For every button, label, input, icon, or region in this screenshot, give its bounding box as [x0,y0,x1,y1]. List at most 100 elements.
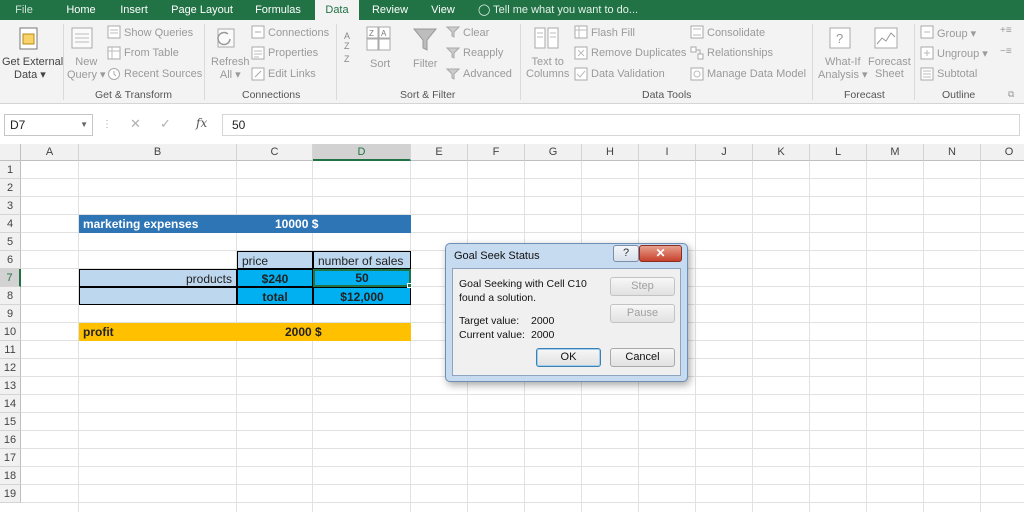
tab-view[interactable]: View [422,0,464,20]
tab-insert[interactable]: Insert [110,0,158,20]
tab-review[interactable]: Review [364,0,416,20]
cell-C10[interactable]: 2000 $ [237,323,411,341]
tab-data[interactable]: Data [315,0,359,20]
help-icon[interactable]: ? [613,245,639,262]
cancel-icon[interactable]: ✕ [130,116,141,132]
column-header[interactable]: K [753,144,810,161]
advanced-button[interactable]: Advanced [463,68,512,80]
cell-C4[interactable]: 10000 $ [237,215,411,233]
column-header[interactable]: H [582,144,639,161]
row-header[interactable]: 8 [0,287,21,305]
cell-C8[interactable]: total [237,287,313,305]
select-all-corner[interactable] [0,144,21,161]
tell-me-box[interactable]: ◯ Tell me what you want to do... [478,0,638,20]
properties-button[interactable]: Properties [268,47,318,59]
row-header[interactable]: 10 [0,323,21,341]
step-button[interactable]: Step [610,277,675,296]
column-header[interactable]: F [468,144,525,161]
remove-duplicates-button[interactable]: Remove Duplicates [591,47,686,59]
show-detail-icon[interactable]: +≡ [1000,25,1012,36]
ok-button[interactable]: OK [536,348,601,367]
cell-B8[interactable] [79,287,237,305]
column-header[interactable]: E [411,144,468,161]
cell-B4[interactable]: marketing expenses [79,215,237,233]
tab-file[interactable]: File [0,0,48,20]
row-header[interactable]: 19 [0,485,21,503]
get-external-data-button[interactable]: Get External Data ▾ [2,56,63,81]
ribbon-tab-bar: File Home Insert Page Layout Formulas Da… [0,0,1024,20]
row-header[interactable]: 12 [0,359,21,377]
column-header[interactable]: L [810,144,867,161]
flash-fill-button[interactable]: Flash Fill [591,27,635,39]
row-header[interactable]: 18 [0,467,21,485]
refresh-all-button[interactable]: Refresh All ▾ [211,56,250,81]
row-header[interactable]: 13 [0,377,21,395]
cell-C7[interactable]: $240 [237,269,313,287]
recent-sources-button[interactable]: Recent Sources [124,68,202,80]
row-header[interactable]: 9 [0,305,21,323]
row-header[interactable]: 15 [0,413,21,431]
relationships-button[interactable]: Relationships [707,47,773,59]
ungroup-button[interactable]: Ungroup ▾ [937,47,988,60]
column-header[interactable]: C [237,144,313,161]
column-header[interactable]: M [867,144,924,161]
row-header[interactable]: 4 [0,215,21,233]
formula-input[interactable]: 50 [222,114,1020,136]
row-header[interactable]: 16 [0,431,21,449]
forecast-sheet-button[interactable]: Forecast Sheet [868,56,911,80]
reapply-button[interactable]: Reapply [463,47,503,59]
tab-formulas[interactable]: Formulas [246,0,310,20]
dialog-launcher-icon[interactable]: ⧉ [1008,89,1014,100]
subtotal-button[interactable]: Subtotal [937,68,977,80]
chevron-down-icon[interactable]: ▼ [80,115,88,135]
cell-C6[interactable]: price [237,251,313,269]
cell-D8[interactable]: $12,000 [313,287,411,305]
row-header[interactable]: 3 [0,197,21,215]
column-header[interactable]: B [79,144,237,161]
clear-button[interactable]: Clear [463,27,489,39]
filter-button[interactable]: Filter [413,58,437,70]
row-header[interactable]: 2 [0,179,21,197]
row-header[interactable]: 7 [0,269,21,287]
column-header[interactable]: O [981,144,1024,161]
column-header[interactable]: D [313,144,411,161]
row-header[interactable]: 6 [0,251,21,269]
cell-D6[interactable]: number of sales [313,251,411,269]
connections-button[interactable]: Connections [268,27,329,39]
data-validation-button[interactable]: Data Validation [591,68,665,80]
row-header[interactable]: 5 [0,233,21,251]
cancel-button[interactable]: Cancel [610,348,675,367]
column-header[interactable]: I [639,144,696,161]
row-header[interactable]: 11 [0,341,21,359]
show-queries-button[interactable]: Show Queries [124,27,193,39]
enter-icon[interactable]: ✓ [160,116,171,132]
row-header[interactable]: 14 [0,395,21,413]
cell-D7-selected[interactable]: 50 [313,269,411,287]
advanced-filter-icon [446,68,460,80]
pause-button[interactable]: Pause [610,304,675,323]
new-query-button[interactable]: New Query ▾ [67,56,106,81]
consolidate-button[interactable]: Consolidate [707,27,765,39]
column-header[interactable]: G [525,144,582,161]
sort-button[interactable]: Sort [370,58,390,70]
text-to-columns-button[interactable]: Text to Columns [526,56,569,80]
edit-links-button[interactable]: Edit Links [268,68,316,80]
row-header[interactable]: 1 [0,161,21,179]
group-button[interactable]: Group ▾ [937,27,976,40]
cell-B7[interactable]: products [79,269,237,287]
column-header[interactable]: A [21,144,79,161]
tab-home[interactable]: Home [56,0,106,20]
fill-handle[interactable] [407,283,412,288]
from-table-button[interactable]: From Table [124,47,179,59]
tab-page-layout[interactable]: Page Layout [164,0,240,20]
column-header[interactable]: N [924,144,981,161]
manage-data-model-button[interactable]: Manage Data Model [707,68,806,80]
hide-detail-icon[interactable]: −≡ [1000,46,1012,57]
insert-function-icon[interactable]: fx [196,116,207,130]
row-header[interactable]: 17 [0,449,21,467]
column-header[interactable]: J [696,144,753,161]
name-box[interactable]: D7 ▼ [4,114,93,136]
close-icon[interactable]: ✕ [639,245,682,262]
what-if-analysis-button[interactable]: What-If Analysis ▾ [818,56,868,81]
cell-B10[interactable]: profit [79,323,237,341]
